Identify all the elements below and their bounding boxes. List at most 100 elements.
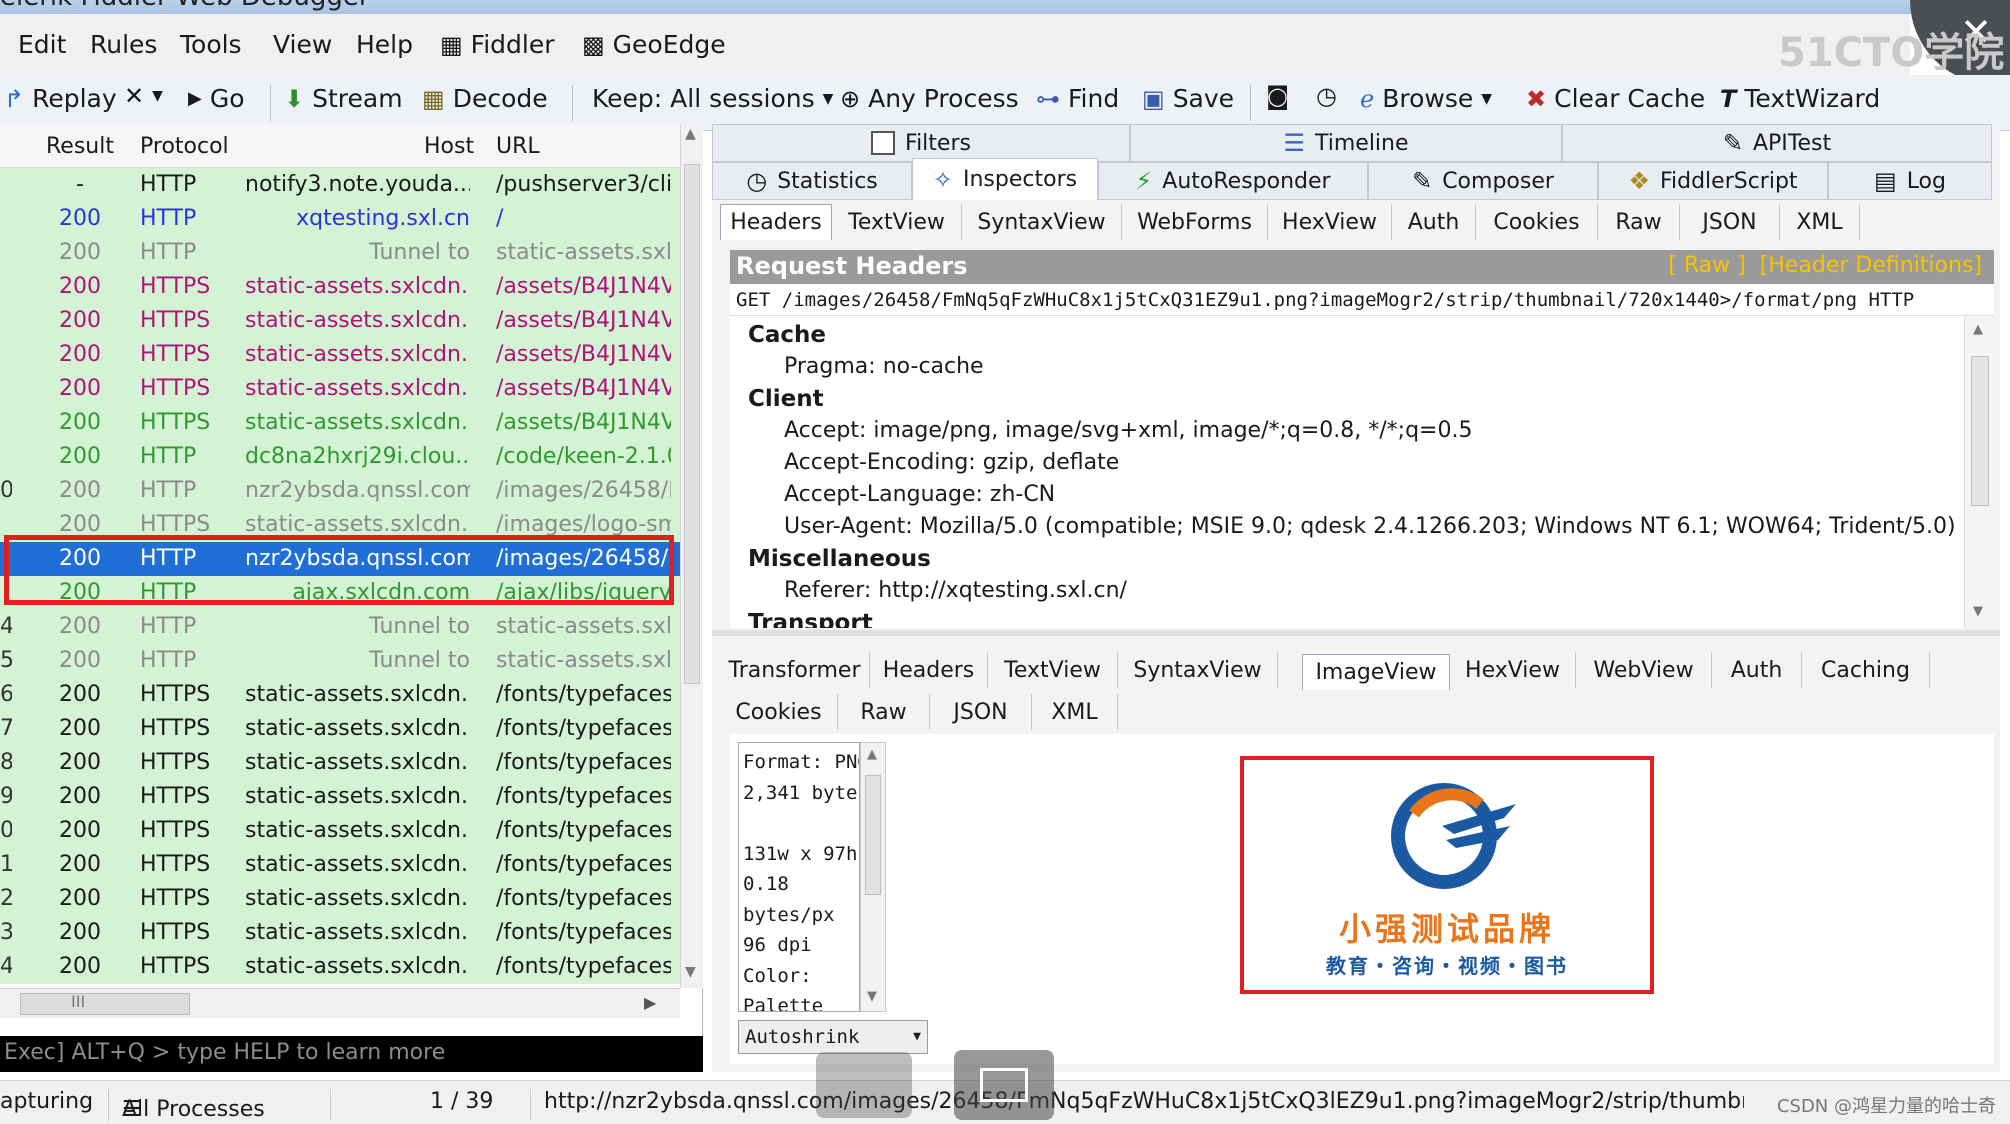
table-row[interactable]: 200 HTTPS static-assets.sxlcdn... /assets/B…: [0, 338, 680, 372]
keep-sessions-dropdown[interactable]: Keep: All sessions ▼: [592, 84, 833, 113]
req-tab-cookies[interactable]: Cookies: [1476, 204, 1598, 240]
table-row[interactable]: 200 HTTP Tunnel to static-assets.sxlcc: [0, 236, 680, 270]
resp-tab-xml[interactable]: XML: [1032, 694, 1118, 730]
tab-filters[interactable]: Filters: [712, 124, 1130, 162]
table-row[interactable]: 7 200 HTTPS static-assets.sxlcdn... /fonts/t…: [0, 712, 680, 746]
scroll-thumb[interactable]: III: [20, 992, 190, 1015]
fullscreen-button[interactable]: [954, 1050, 1054, 1120]
menu-fiddler[interactable]: ▦ Fiddler: [440, 30, 555, 59]
header-item[interactable]: Pragma: no-cache: [784, 354, 984, 379]
resp-tab-cookies[interactable]: Cookies: [720, 694, 838, 730]
header-group-client[interactable]: Client: [748, 386, 824, 412]
decode-button[interactable]: ▦ Decode: [422, 84, 548, 113]
column-result[interactable]: Result: [46, 134, 114, 159]
tab-apitest[interactable]: ✎ APITest: [1562, 124, 1992, 162]
req-tab-raw[interactable]: Raw: [1598, 204, 1680, 240]
menu-geoedge[interactable]: ▩ GeoEdge: [582, 30, 726, 59]
scroll-down-icon[interactable]: ▼: [1973, 604, 1983, 619]
table-row[interactable]: 4 200 HTTPS static-assets.sxlcdn... /fonts/t…: [0, 950, 680, 984]
tab-log[interactable]: ▤ Log: [1828, 162, 1992, 200]
table-row[interactable]: - HTTP notify3.note.youda... /pushserver3/c…: [0, 168, 680, 202]
stream-button[interactable]: ⬇ Stream: [284, 84, 403, 113]
scroll-thumb[interactable]: [684, 164, 700, 684]
table-row[interactable]: 200 HTTP dc8na2hxrj29i.clou... /code/keen-2…: [0, 440, 680, 474]
header-definitions-link[interactable]: [Header Definitions]: [1760, 253, 1982, 278]
table-row[interactable]: 200 HTTP xqtesting.sxl.cn /: [0, 202, 680, 236]
resp-tab-caching[interactable]: Caching: [1802, 652, 1930, 688]
menu-help[interactable]: Help: [356, 30, 413, 59]
header-group-miscellaneous[interactable]: Miscellaneous: [748, 546, 931, 572]
scroll-down-icon[interactable]: ▼: [685, 964, 696, 980]
resp-tab-auth[interactable]: Auth: [1712, 652, 1802, 688]
resp-tab-textview[interactable]: TextView: [988, 652, 1118, 688]
req-tab-auth[interactable]: Auth: [1392, 204, 1476, 240]
resp-tab-raw[interactable]: Raw: [838, 694, 930, 730]
tab-timeline[interactable]: ☰ Timeline: [1130, 124, 1562, 162]
tab-composer[interactable]: ✎ Composer: [1368, 162, 1598, 200]
header-item[interactable]: Referer: http://xqtesting.sxl.cn/: [784, 578, 1127, 603]
table-row[interactable]: 9 200 HTTPS static-assets.sxlcdn... /fonts/t…: [0, 780, 680, 814]
table-row[interactable]: 200 HTTPS static-assets.sxlcdn... /assets/B…: [0, 372, 680, 406]
table-row[interactable]: 200 HTTPS static-assets.sxlcdn... /assets/B…: [0, 304, 680, 338]
table-row[interactable]: 5 200 HTTP Tunnel to static-assets.sxlcc: [0, 644, 680, 678]
image-info-scrollbar[interactable]: ▲ ▼: [860, 742, 886, 1012]
tab-statistics[interactable]: ◷ Statistics: [712, 162, 912, 200]
go-button[interactable]: ▶ Go: [188, 84, 245, 113]
scroll-up-icon[interactable]: ▲: [1973, 322, 1983, 337]
scroll-thumb[interactable]: [1971, 356, 1989, 506]
timer-button[interactable]: ◷: [1316, 84, 1337, 108]
text-wizard-button[interactable]: T TextWizard: [1720, 84, 1880, 113]
header-group-cache[interactable]: Cache: [748, 322, 826, 348]
column-protocol[interactable]: Protocol: [140, 134, 229, 159]
header-item[interactable]: Accept-Language: zh-CN: [784, 482, 1055, 507]
remove-button[interactable]: ✕ ▼: [124, 84, 163, 108]
player-overlay-button[interactable]: [816, 1052, 912, 1118]
resp-tab-transformer[interactable]: Transformer: [720, 652, 870, 688]
table-row[interactable]: 0 200 HTTP nzr2ybsda.qnssl.com/images/26458…: [0, 474, 680, 508]
clear-cache-button[interactable]: ✖ Clear Cache: [1526, 84, 1705, 113]
header-group-transport[interactable]: Transport: [748, 610, 873, 628]
quickexec-input[interactable]: Exec] ALT+Q > type HELP to learn more: [0, 1036, 703, 1072]
session-vertical-scrollbar[interactable]: ▲ ▼: [680, 124, 703, 988]
req-tab-webforms[interactable]: WebForms: [1122, 204, 1268, 240]
table-row[interactable]: 2 200 HTTPS static-assets.sxlcdn... /fonts/t…: [0, 882, 680, 916]
table-row[interactable]: 6 200 HTTPS static-assets.sxlcdn... /fonts/t…: [0, 678, 680, 712]
raw-link[interactable]: [ Raw ]: [1668, 253, 1745, 278]
tab-autoresponder[interactable]: ⚡ AutoResponder: [1098, 162, 1368, 200]
column-url[interactable]: URL: [496, 134, 540, 159]
header-item[interactable]: Accept-Encoding: gzip, deflate: [784, 450, 1119, 475]
save-button[interactable]: ▣ Save: [1142, 84, 1234, 113]
table-row[interactable]: 0 200 HTTPS static-assets.sxlcdn... /fonts/t…: [0, 814, 680, 848]
column-host[interactable]: Host: [424, 134, 474, 159]
resp-tab-hexview[interactable]: HexView: [1450, 652, 1576, 688]
menu-rules[interactable]: Rules: [90, 30, 157, 59]
session-horizontal-scrollbar[interactable]: III ▶: [0, 988, 680, 1018]
header-item[interactable]: Accept: image/png, image/svg+xml, image/…: [784, 418, 1472, 443]
table-row[interactable]: 200 HTTPS static-assets.sxlcdn... /assets/B…: [0, 406, 680, 440]
resp-tab-imageview[interactable]: ImageView: [1302, 654, 1450, 690]
resp-tab-headers[interactable]: Headers: [870, 652, 988, 688]
menu-view[interactable]: View: [273, 30, 332, 59]
table-row[interactable]: 200 HTTPS static-assets.sxlcdn... /assets/B…: [0, 270, 680, 304]
tab-inspectors[interactable]: ✧ Inspectors: [912, 158, 1098, 200]
scroll-thumb[interactable]: [865, 775, 881, 895]
req-tab-headers[interactable]: Headers: [720, 204, 832, 240]
req-tab-syntaxview[interactable]: SyntaxView: [962, 204, 1122, 240]
scroll-down-icon[interactable]: ▼: [867, 989, 877, 1004]
resp-tab-syntaxview[interactable]: SyntaxView: [1118, 652, 1278, 688]
browse-button[interactable]: ℯ Browse ▼: [1360, 84, 1492, 113]
menu-tools[interactable]: Tools: [180, 30, 242, 59]
req-tab-xml[interactable]: XML: [1780, 204, 1860, 240]
resp-tab-webview[interactable]: WebView: [1576, 652, 1712, 688]
replay-button[interactable]: ↱ Replay: [4, 84, 117, 113]
scroll-right-icon[interactable]: ▶: [644, 993, 656, 1012]
table-row[interactable]: 1 200 HTTPS static-assets.sxlcdn... /fonts/t…: [0, 848, 680, 882]
menu-edit[interactable]: Edit: [18, 30, 66, 59]
header-item[interactable]: User-Agent: Mozilla/5.0 (compatible; MSI…: [784, 514, 1956, 539]
headers-scrollbar[interactable]: ▲ ▼: [1964, 316, 1994, 628]
autoshrink-select[interactable]: Autoshrink ▼: [738, 1020, 928, 1054]
tab-fiddlerscript[interactable]: ❖ FiddlerScript: [1598, 162, 1828, 200]
screenshot-button[interactable]: ◙: [1266, 84, 1289, 108]
req-tab-json[interactable]: JSON: [1680, 204, 1780, 240]
table-row[interactable]: 4 200 HTTP Tunnel to static-assets.sxlcc: [0, 610, 680, 644]
